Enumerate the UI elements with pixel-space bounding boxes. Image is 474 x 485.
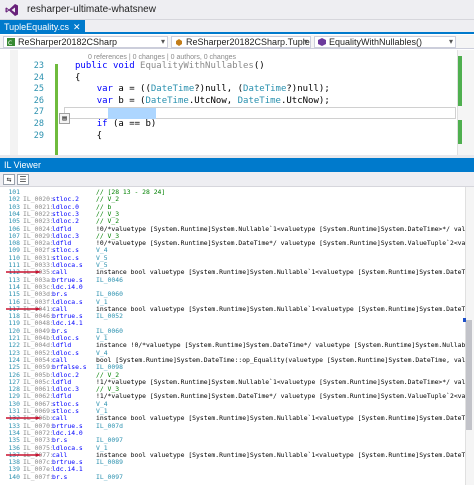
change-tracking-bar (55, 64, 58, 155)
il-viewer-toolbar: ⇆ ☰ (0, 172, 474, 187)
code-token: DateTime (145, 95, 189, 106)
tab-tupleequality[interactable]: TupleEquality.cs ✕ (0, 20, 85, 34)
code-token: DateTime (150, 84, 195, 95)
il-viewer-title: IL Viewer (0, 158, 474, 172)
code-token: DateTime (243, 84, 287, 95)
chevron-down-icon: ▾ (303, 37, 308, 46)
code-line: { (75, 131, 102, 142)
il-opcode: br.s (52, 472, 68, 481)
visual-studio-logo-icon (5, 4, 18, 16)
code-token: var (96, 95, 119, 106)
code-token: a = (( (118, 84, 151, 95)
line-number: 140 (8, 472, 20, 481)
code-line: var b = (DateTime.UtcNow, DateTime.UtcNo… (75, 96, 330, 107)
code-token: .UtcNow, (188, 95, 238, 106)
code-token: () (253, 61, 265, 71)
code-token: { (75, 130, 103, 141)
csharp-project-icon: C (7, 38, 15, 46)
document-tab-strip: TupleEquality.cs ✕ (0, 20, 474, 34)
code-token: public (75, 61, 113, 71)
line-number: 29 (33, 130, 44, 141)
close-icon[interactable]: ✕ (73, 20, 81, 34)
scroll-marker (463, 318, 466, 322)
svg-text:C: C (8, 40, 12, 46)
selection-highlight (108, 108, 156, 119)
project-label: ReSharper20182CSharp (18, 37, 118, 47)
chevron-down-icon: ▾ (448, 37, 453, 46)
member-label: EqualityWithNullables() (329, 37, 423, 47)
project-dropdown[interactable]: C ReSharper20182CSharp ▾ (3, 36, 168, 48)
code-token: if (96, 119, 113, 129)
scroll-marker (458, 56, 462, 106)
code-token: var (96, 84, 119, 95)
code-token: b = ( (118, 95, 146, 106)
code-editor[interactable]: 0 references | 0 changes | 0 authors, 0 … (0, 50, 474, 155)
action-gutter-icon[interactable]: ▤ (59, 113, 70, 124)
il-row: 140 IL_007f: br.s IL_0097 (0, 473, 465, 482)
line-number: 23 (33, 61, 44, 71)
code-line: if (a == b) (75, 119, 157, 130)
il-code-view[interactable]: 101// [28 13 - 28 24] 102 IL_0020: stloc.2/… (0, 187, 465, 485)
code-token: EqualityWithNullables (140, 61, 254, 71)
red-arrow-icon (6, 307, 42, 311)
code-token: (a == b) (112, 119, 157, 129)
line-number: 25 (33, 84, 44, 95)
code-token: DateTime (237, 95, 281, 106)
red-arrow-icon (6, 270, 42, 274)
red-arrow-icon (6, 453, 42, 457)
indicator-margin (10, 50, 18, 155)
member-dropdown[interactable]: EqualityWithNullables() ▾ (314, 36, 456, 48)
codelens-info[interactable]: 0 references | 0 changes | 0 authors, 0 … (88, 54, 236, 61)
tab-label: TupleEquality.cs (4, 22, 70, 32)
options-icon[interactable]: ☰ (17, 174, 29, 185)
code-token: { (75, 72, 81, 83)
navigation-bar: C ReSharper20182CSharp ▾ ReSharper20182CS… (0, 35, 474, 49)
code-token: void (112, 61, 141, 71)
class-icon (176, 39, 182, 46)
code-line: public void EqualityWithNullables() (75, 61, 265, 72)
type-dropdown[interactable]: ReSharper20182CSharp.TupleEquality ▾ (171, 36, 311, 48)
red-arrow-icon (6, 416, 42, 420)
title-bar: resharper-ultimate-whatsnew (0, 0, 474, 20)
il-scrollbar-thumb[interactable] (466, 320, 472, 430)
code-token: ?)null); (286, 84, 330, 95)
window-title: resharper-ultimate-whatsnew (27, 4, 156, 15)
il-label: IL_007f: (23, 472, 54, 481)
method-icon (318, 38, 326, 46)
line-number: 27 (33, 107, 44, 118)
code-line: var a = ((DateTime?)null, (DateTime?)nul… (75, 84, 330, 95)
line-number: 28 (33, 119, 44, 129)
type-label: ReSharper20182CSharp.TupleEquality (186, 37, 310, 47)
line-number: 26 (33, 95, 44, 106)
line-number: 24 (33, 72, 44, 83)
scroll-marker (458, 120, 462, 144)
il-operand: IL_0097 (96, 472, 123, 481)
sync-icon[interactable]: ⇆ (3, 174, 15, 185)
code-token: .UtcNow); (280, 95, 330, 106)
code-token: ?)null, ( (194, 84, 244, 95)
chevron-down-icon: ▾ (160, 37, 165, 46)
code-line: { (75, 73, 80, 84)
